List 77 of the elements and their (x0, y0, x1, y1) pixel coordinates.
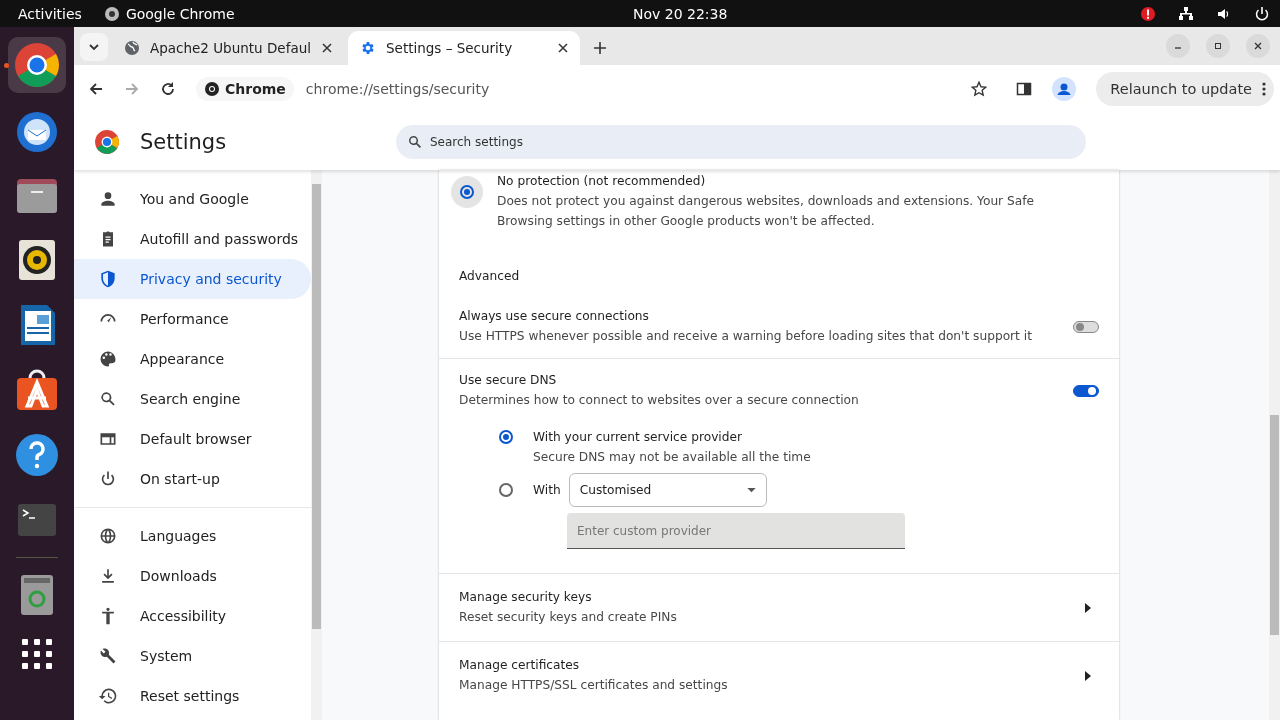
app-grid-icon[interactable] (21, 638, 53, 670)
reload-icon[interactable] (160, 81, 176, 97)
activities-button[interactable]: Activities (18, 5, 82, 22)
chevron-right-icon (1085, 670, 1091, 681)
settings-link-row[interactable]: Manage security keys Reset security keys and create PINs (439, 573, 1119, 641)
sidebar-item[interactable]: Languages (74, 516, 311, 556)
setting-description: Determines how to connect to websites over a secure connection (459, 392, 860, 409)
search-field[interactable]: Search settings (396, 124, 1086, 159)
sidebar-item[interactable]: On start-up (74, 459, 311, 499)
section-heading: Advanced (458, 268, 521, 285)
sidebar-item[interactable]: You and Google (74, 179, 311, 219)
setting-title: Always use secure connections (459, 308, 650, 325)
close-icon[interactable] (322, 43, 332, 53)
tab-search-button[interactable] (80, 33, 108, 61)
sidebar-item[interactable]: Privacy and security (74, 259, 311, 299)
sidebar-item[interactable]: Appearance (74, 339, 311, 379)
alert-icon[interactable] (1140, 5, 1156, 22)
dropdown-arrow-icon (746, 487, 756, 493)
sidebar-item[interactable]: System (74, 636, 311, 676)
radio-button[interactable] (499, 483, 513, 497)
option-description: Secure DNS may not be available all the time (533, 449, 811, 466)
option-title: With your current service provider (533, 429, 743, 446)
setting-description: Use HTTPS whenever possible and receive a warning before loading sites that don't support it (459, 328, 1033, 345)
person-icon (98, 189, 118, 209)
wrench-icon (98, 646, 118, 666)
provider-dropdown[interactable]: Customised (568, 473, 767, 507)
new-tab-icon[interactable] (594, 42, 606, 54)
option-description: Does not protect you against dangerous websites, downloads and extensions. Your Safe Browsing settings in other Google products won't be affected. (497, 193, 1035, 230)
shield-icon (98, 269, 118, 289)
custom-provider-field[interactable]: Enter custom provider (567, 513, 905, 549)
clock[interactable]: Nov 20 22:38 (633, 5, 728, 22)
tab-title: Settings – Security (386, 40, 514, 56)
scrollbar[interactable] (311, 170, 322, 720)
settings-icon (360, 40, 376, 56)
close-button[interactable] (1246, 34, 1270, 58)
palette-icon (98, 349, 118, 369)
setting-title: Use secure DNS (459, 372, 558, 389)
scrollbar[interactable] (1269, 170, 1280, 720)
option-title: No protection (not recommended) (497, 173, 707, 190)
tab-title: Apache2 Ubuntu Defaul (150, 40, 312, 56)
network-icon[interactable] (1178, 5, 1194, 22)
sidebar-item[interactable]: Reset settings (74, 676, 311, 716)
chrome-logo-icon (94, 128, 120, 155)
history-icon (98, 686, 118, 706)
radio-button[interactable] (451, 176, 483, 208)
browser-tab[interactable]: Apache2 Ubuntu Defaul (112, 31, 344, 65)
sidebar-item[interactable]: Accessibility (74, 596, 311, 636)
close-icon[interactable] (558, 43, 568, 53)
side-panel-icon[interactable] (1016, 81, 1033, 97)
globe-icon (98, 526, 118, 546)
option-label: With (533, 481, 561, 499)
site-chip[interactable]: Chrome (196, 77, 294, 101)
settings-link-row[interactable]: Manage certificates Manage HTTPS/SSL certificates and settings (439, 641, 1119, 709)
chevron-down-icon (88, 41, 100, 53)
settings-title: Settings (140, 129, 227, 154)
chevron-right-icon (1085, 602, 1091, 613)
toggle-switch[interactable] (1073, 384, 1099, 397)
profile-icon[interactable] (1052, 77, 1077, 101)
restore-icon (1213, 41, 1223, 51)
sidebar-item[interactable]: Search engine (74, 379, 311, 419)
relaunch-button[interactable]: Relaunch to update (1096, 72, 1274, 106)
power-icon[interactable] (1254, 5, 1270, 22)
sidebar-item[interactable]: Performance (74, 299, 311, 339)
restore-button[interactable] (1206, 34, 1230, 58)
browser-tab[interactable]: Settings – Security (348, 31, 580, 65)
sidebar-item[interactable]: Default browser (74, 419, 311, 459)
close-icon (1253, 41, 1263, 51)
url-text: chrome://settings/security (305, 81, 491, 97)
app-name[interactable]: Google Chrome (125, 5, 235, 22)
sidebar-item[interactable]: Autofill and passwords (74, 219, 311, 259)
toggle-switch[interactable] (1073, 320, 1099, 333)
star-icon[interactable] (970, 80, 989, 98)
more-icon (1262, 81, 1266, 97)
radio-button[interactable] (499, 430, 513, 444)
back-icon[interactable] (88, 81, 104, 97)
globe-icon (124, 40, 140, 56)
sidebar-item[interactable]: Downloads (74, 556, 311, 596)
